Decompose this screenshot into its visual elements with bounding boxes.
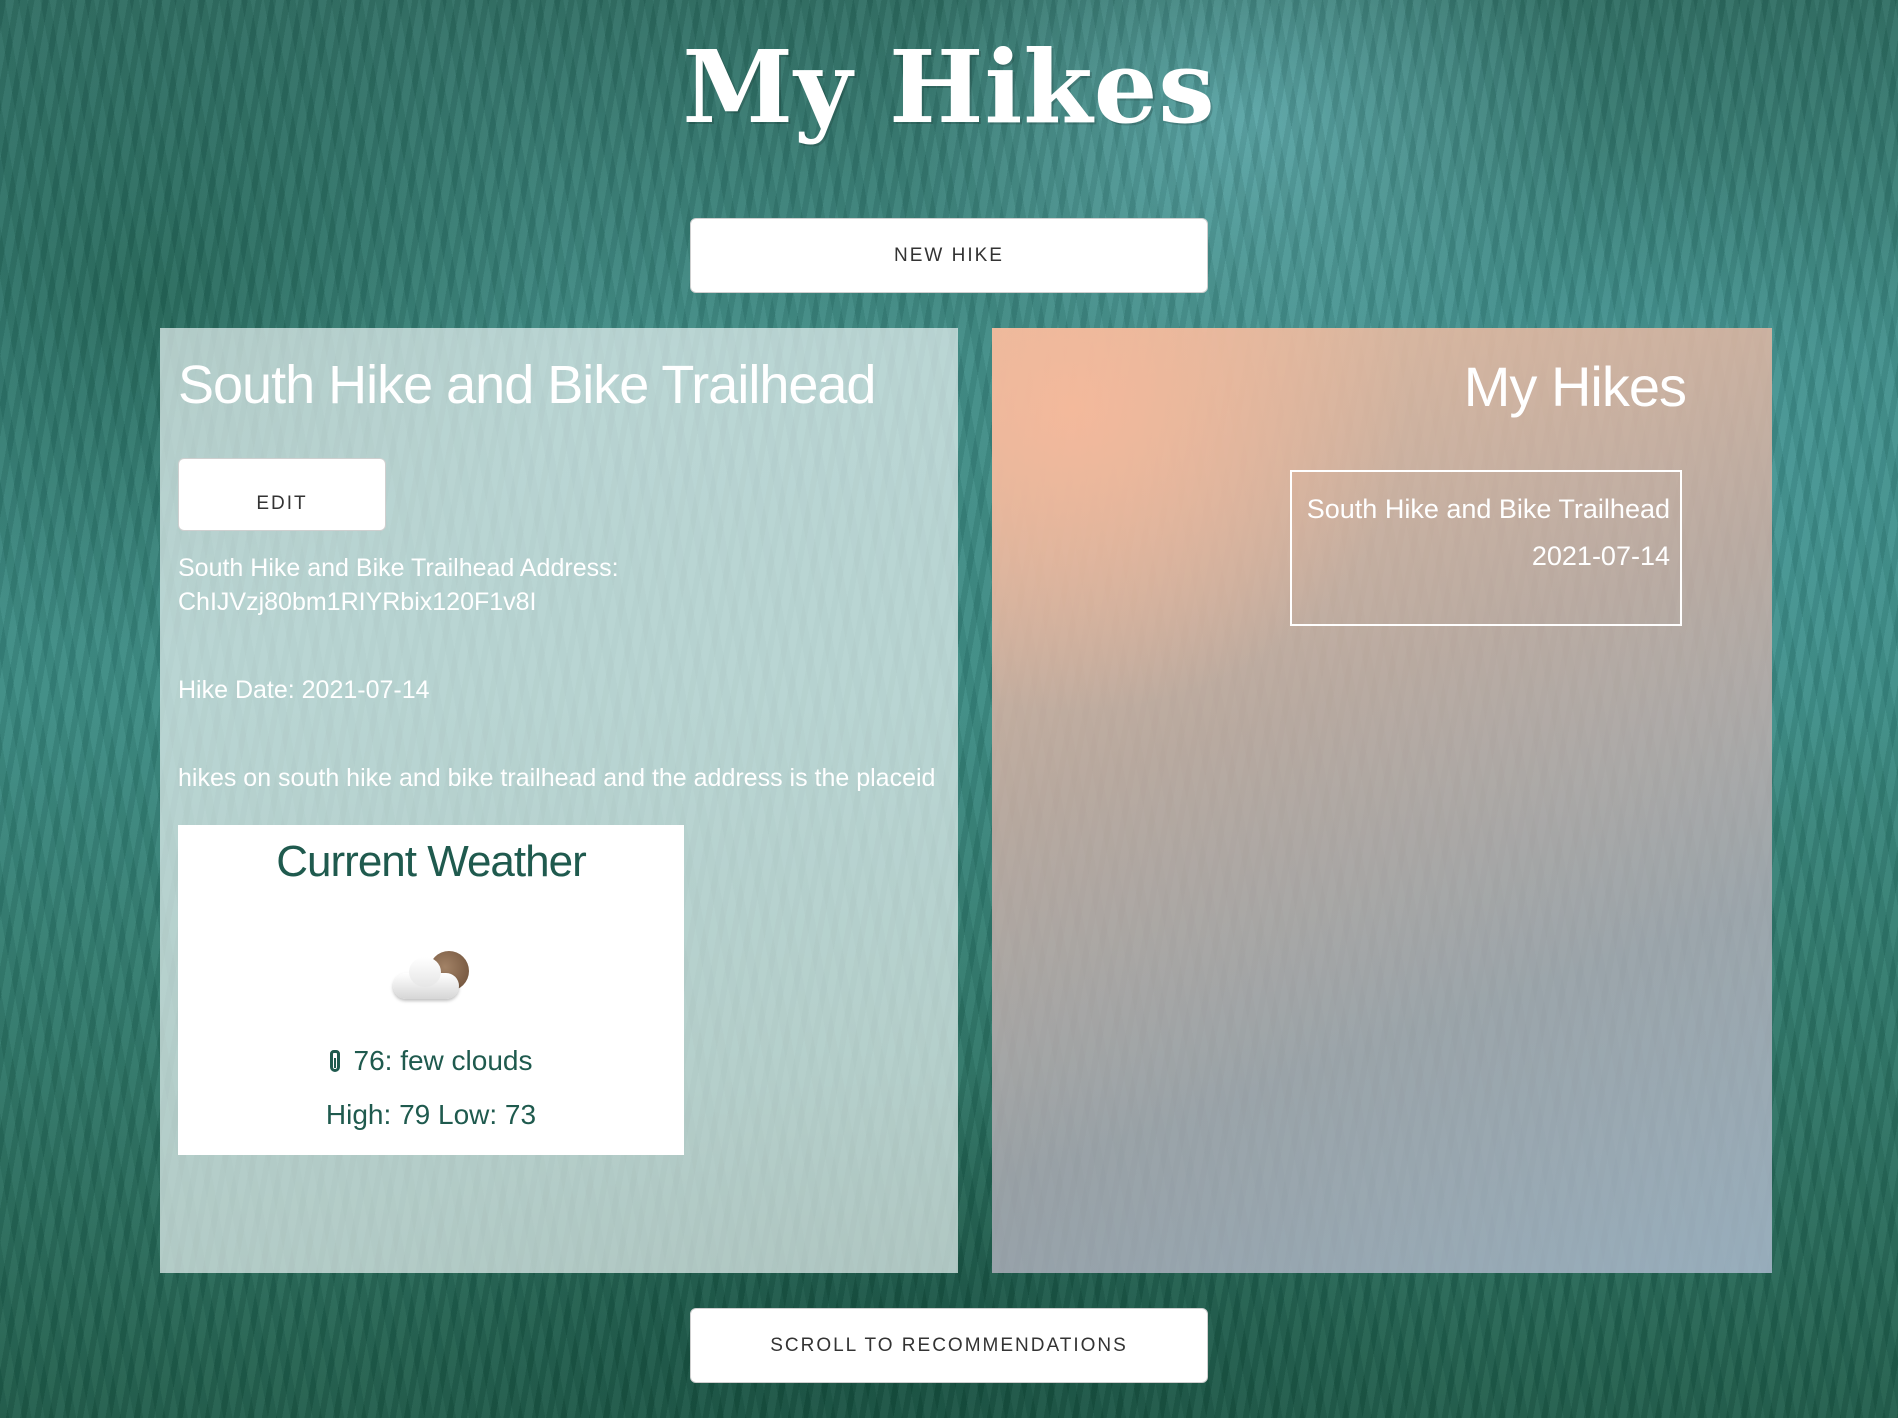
edit-button[interactable]: EDIT [178, 458, 386, 531]
hike-list-title: My Hikes [1463, 355, 1687, 418]
few-clouds-icon [389, 949, 473, 1005]
weather-temperature: 76: few clouds [178, 1043, 684, 1079]
weather-high-low: High: 79 Low: 73 [325, 1099, 537, 1130]
hike-list-item[interactable]: South Hike and Bike Trailhead 2021-07-14 [1290, 470, 1682, 626]
thermometer-icon [329, 1050, 340, 1072]
hike-list-panel: My Hikes South Hike and Bike Trailhead 2… [992, 328, 1772, 1273]
weather-temp-text: 76: few clouds [353, 1045, 533, 1076]
weather-title: Current Weather [276, 837, 586, 886]
weather-card: Current Weather 76: few clouds High: 79 … [178, 825, 684, 1155]
scroll-to-recommendations-button[interactable]: SCROLL TO RECOMMENDATIONS [690, 1308, 1208, 1383]
hike-detail-panel: South Hike and Bike Trailhead EDIT South… [160, 328, 958, 1273]
hike-date: Hike Date: 2021-07-14 [178, 676, 430, 704]
site-title: My Hikes [682, 28, 1216, 146]
new-hike-button[interactable]: NEW HIKE [690, 218, 1208, 293]
hike-title: South Hike and Bike Trailhead [178, 355, 876, 415]
hike-address: South Hike and Bike Trailhead Address: C… [178, 554, 619, 616]
hike-notes: hikes on south hike and bike trailhead a… [178, 764, 936, 792]
